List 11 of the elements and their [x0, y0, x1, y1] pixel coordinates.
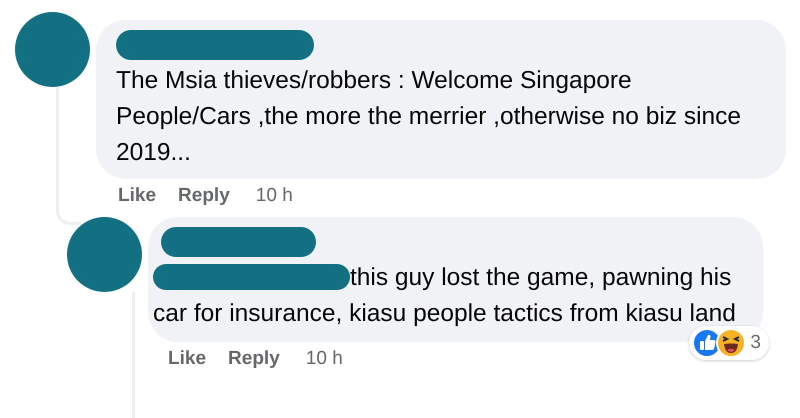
laughing-reaction-icon: [716, 328, 746, 358]
timestamp: 10 h: [306, 348, 343, 370]
timestamp: 10 h: [256, 185, 293, 207]
comment-text: this guy lost the game, pawning his car for insurance, kiasu people tactics from kiasu land: [153, 263, 737, 329]
comment-action-link[interactable]: Reply: [178, 185, 230, 207]
comment-text: The Msia thieves/robbers : Welcome Singapore People/Cars ,the more the merrier ,otherwise no biz since 2019...: [116, 66, 742, 168]
reactions-pill[interactable]: 3: [689, 326, 769, 360]
comment-action-link[interactable]: Like: [118, 185, 156, 207]
reaction-count: 3: [750, 332, 761, 354]
comment-action-link[interactable]: Reply: [228, 348, 280, 370]
comment-action-link[interactable]: Like: [168, 348, 206, 370]
